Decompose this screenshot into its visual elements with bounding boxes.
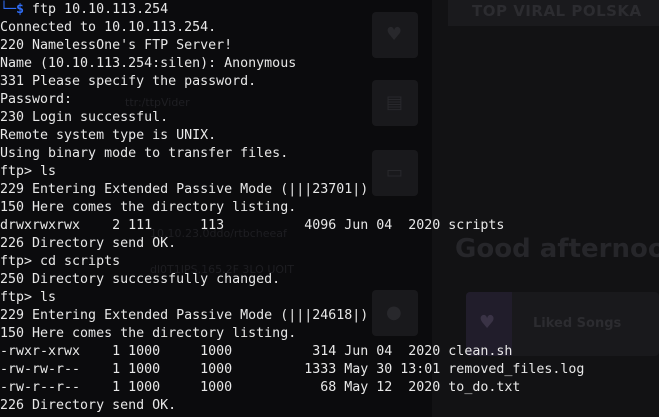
terminal-output-line: 150 Here comes the directory listing. [0, 200, 297, 215]
terminal-output-line: 226 Directory send OK. [0, 398, 177, 413]
terminal-output-line: Using binary mode to transfer files. [0, 146, 289, 161]
directory-listing-row: -rw-r--r-- 1 1000 1000 68 May 12 2020 to… [0, 380, 521, 395]
terminal-command-line: ftp> cd scripts [0, 254, 121, 269]
terminal-output-line: Name (10.10.113.254:silen): Anonymous [0, 56, 297, 71]
directory-listing-row: -rwxr-xrwx 1 1000 1000 314 Jun 04 2020 c… [0, 344, 513, 359]
terminal-window[interactable]: └─$ ftp 10.10.113.254 Connected to 10.10… [0, 0, 659, 417]
terminal-command-line: ftp> ls [0, 290, 57, 305]
terminal-command-line: ftp> ls [0, 164, 57, 179]
terminal-output-line: Connected to 10.10.113.254. [0, 20, 217, 35]
desktop-screen: TOP VIRAL POLSKA ♥ ▤ ▭ ● ttr:/ttpVider 1… [0, 0, 659, 417]
terminal-output-line: Remote system type is UNIX. [0, 128, 217, 143]
directory-listing-row: drwxrwxrwx 2 111 113 4096 Jun 04 2020 sc… [0, 218, 505, 233]
terminal-output-line: 150 Here comes the directory listing. [0, 326, 297, 341]
terminal-output-line: 331 Please specify the password. [0, 74, 257, 89]
prompt-corner-icon: └─ [0, 2, 17, 17]
terminal-output-line: 220 NamelessOne's FTP Server! [0, 38, 233, 53]
prompt-symbol: $ [16, 2, 25, 17]
terminal-prompt-line: └─$ ftp 10.10.113.254 [0, 1, 168, 19]
directory-listing-row: -rw-rw-r-- 1 1000 1000 1333 May 30 13:01… [0, 362, 585, 377]
terminal-output-line: 250 Directory successfully changed. [0, 272, 281, 287]
terminal-output-line: Password: [0, 92, 73, 107]
terminal-output-line: 229 Entering Extended Passive Mode (|||2… [0, 182, 369, 197]
terminal-output-line: 229 Entering Extended Passive Mode (|||2… [0, 308, 369, 323]
terminal-output-line: 230 Login successful. [0, 110, 169, 125]
terminal-command: ftp 10.10.113.254 [32, 2, 169, 17]
terminal-output-line: 226 Directory send OK. [0, 236, 177, 251]
